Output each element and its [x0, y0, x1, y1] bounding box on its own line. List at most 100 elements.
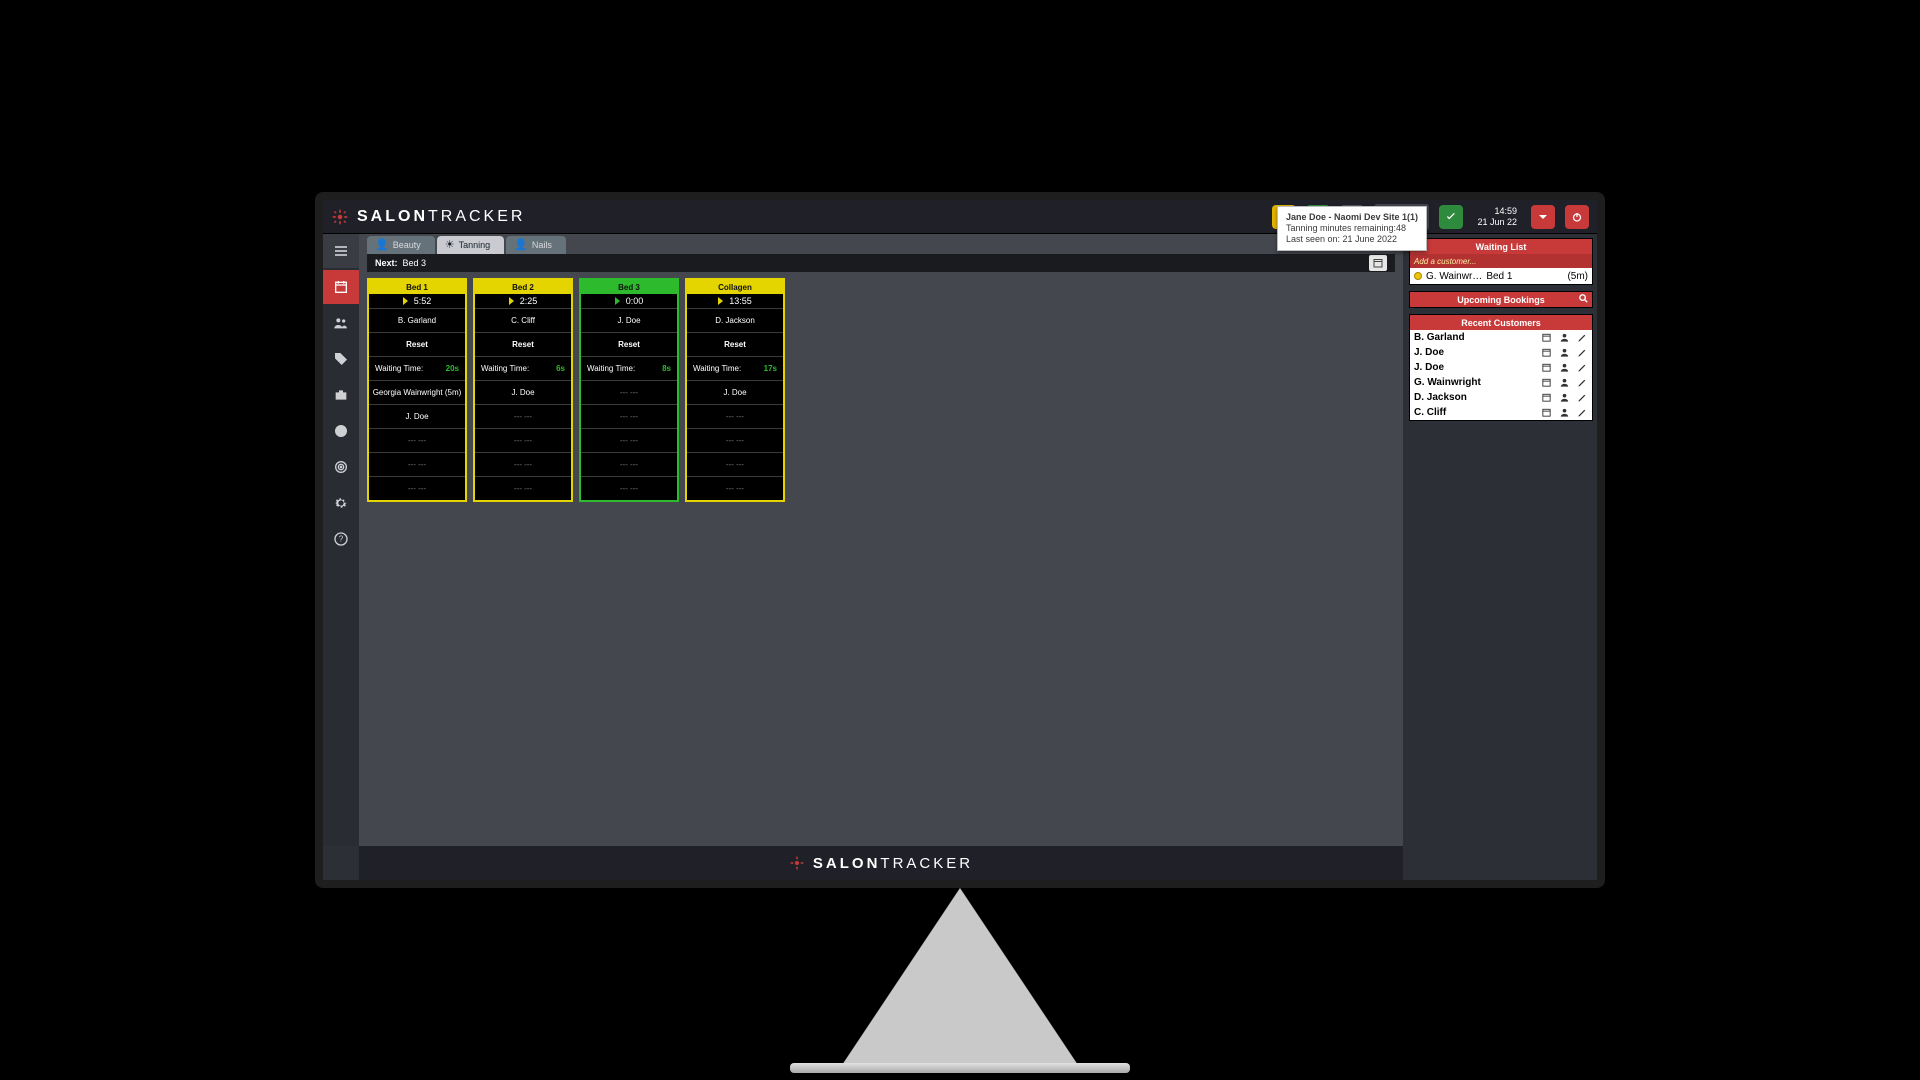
tab-label: Beauty: [393, 240, 421, 250]
bed-card[interactable]: Collagen 13:55 D. Jackson Reset Waiting …: [685, 278, 785, 502]
waiting-time: Waiting Time:8s: [581, 356, 677, 380]
reset-button[interactable]: Reset: [581, 332, 677, 356]
footer-brand: SALONTRACKER: [359, 846, 1403, 880]
tooltip-line3: Last seen on: 21 June 2022: [1286, 234, 1397, 244]
profile-icon[interactable]: [1558, 377, 1570, 388]
calendar-icon[interactable]: [1540, 392, 1552, 403]
queue-slot[interactable]: --- ---: [687, 404, 783, 428]
tab-tanning[interactable]: ☀ Tanning: [437, 236, 504, 254]
gear-icon: [333, 495, 349, 511]
calendar-icon: [333, 279, 349, 295]
queue-slot[interactable]: --- ---: [475, 452, 571, 476]
queue-slot[interactable]: J. Doe: [687, 380, 783, 404]
waiting-list-panel: Waiting List Add a customer... G. Wainwr…: [1409, 238, 1593, 285]
customer-tooltip: Jane Doe - Naomi Dev Site 1(1) Tanning m…: [1277, 206, 1427, 251]
queue-slot[interactable]: --- ---: [687, 476, 783, 500]
bed-card[interactable]: Bed 1 5:52 B. Garland Reset Waiting Time…: [367, 278, 467, 502]
queue-slot[interactable]: --- ---: [581, 428, 677, 452]
logo-icon: [789, 855, 805, 871]
calendar-popout-button[interactable]: [1369, 255, 1387, 271]
menu-button[interactable]: [323, 234, 359, 268]
profile-icon[interactable]: [1558, 392, 1570, 403]
queue-slot[interactable]: --- ---: [687, 452, 783, 476]
reset-button[interactable]: Reset: [475, 332, 571, 356]
queue-slot[interactable]: --- ---: [369, 428, 465, 452]
reset-button[interactable]: Reset: [687, 332, 783, 356]
wl-duration: (5m): [1567, 271, 1588, 282]
calendar-icon[interactable]: [1540, 332, 1552, 343]
recent-customer-row[interactable]: C. Cliff: [1410, 405, 1592, 420]
nav-reports[interactable]: [323, 414, 359, 448]
profile-icon[interactable]: [1558, 407, 1570, 418]
tab-label: Nails: [532, 240, 552, 250]
queue-slot[interactable]: --- ---: [687, 428, 783, 452]
recent-customer-row[interactable]: D. Jackson: [1410, 390, 1592, 405]
bed-customer: C. Cliff: [475, 308, 571, 332]
waiting-time: Waiting Time:6s: [475, 356, 571, 380]
queue-slot[interactable]: --- ---: [475, 428, 571, 452]
tab-beauty[interactable]: 👤 Beauty: [367, 236, 435, 254]
recent-customer-row[interactable]: G. Wainwright: [1410, 375, 1592, 390]
recent-customer-row[interactable]: J. Doe: [1410, 360, 1592, 375]
waiting-time: Waiting Time:20s: [369, 356, 465, 380]
clock-time: 14:59: [1477, 206, 1517, 217]
briefcase-icon: [333, 387, 349, 403]
nav-settings[interactable]: [323, 486, 359, 520]
recent-customer-row[interactable]: J. Doe: [1410, 345, 1592, 360]
power-button[interactable]: [1565, 205, 1589, 229]
tooltip-line2: Tanning minutes remaining:48: [1286, 223, 1406, 233]
nav-customers[interactable]: [323, 306, 359, 340]
calendar-icon[interactable]: [1540, 377, 1552, 388]
rc-name: G. Wainwright: [1414, 377, 1481, 388]
profile-icon[interactable]: [1558, 347, 1570, 358]
queue-slot[interactable]: --- ---: [369, 476, 465, 500]
profile-icon[interactable]: [1558, 362, 1570, 373]
queue-slot[interactable]: J. Doe: [475, 380, 571, 404]
panel-header: Upcoming Bookings: [1410, 292, 1592, 307]
bed-name: Bed 1: [369, 280, 465, 294]
wl-name: G. Wainwr…: [1426, 271, 1482, 282]
edit-icon[interactable]: [1576, 332, 1588, 343]
calendar-icon[interactable]: [1540, 362, 1552, 373]
nav-help[interactable]: ?: [323, 522, 359, 556]
bed-card[interactable]: Bed 3 0:00 J. Doe Reset Waiting Time:8s …: [579, 278, 679, 502]
nav-tags[interactable]: [323, 342, 359, 376]
profile-icon[interactable]: [1558, 332, 1570, 343]
bed-card[interactable]: Bed 2 2:25 C. Cliff Reset Waiting Time:6…: [473, 278, 573, 502]
queue-slot[interactable]: --- ---: [581, 380, 677, 404]
calendar-icon[interactable]: [1540, 407, 1552, 418]
bed-customer: D. Jackson: [687, 308, 783, 332]
queue-slot[interactable]: --- ---: [369, 452, 465, 476]
queue-slot[interactable]: --- ---: [581, 476, 677, 500]
add-customer-input[interactable]: Add a customer...: [1410, 254, 1592, 268]
queue-slot[interactable]: --- ---: [475, 476, 571, 500]
edit-icon[interactable]: [1576, 377, 1588, 388]
calendar-icon[interactable]: [1540, 347, 1552, 358]
edit-icon[interactable]: [1576, 392, 1588, 403]
bed-timer: 2:25: [475, 294, 571, 308]
queue-slot[interactable]: Georgia Wainwright (5m): [369, 380, 465, 404]
edit-icon[interactable]: [1576, 362, 1588, 373]
queue-slot[interactable]: --- ---: [581, 452, 677, 476]
nav-till[interactable]: [323, 378, 359, 412]
recent-customers-panel: Recent Customers B. Garland J. Doe J. Do…: [1409, 314, 1593, 421]
waiting-list-item[interactable]: G. Wainwr… Bed 1 (5m): [1410, 268, 1592, 284]
waiting-time: Waiting Time:17s: [687, 356, 783, 380]
reset-button[interactable]: Reset: [369, 332, 465, 356]
rc-name: C. Cliff: [1414, 407, 1446, 418]
edit-icon[interactable]: [1576, 407, 1588, 418]
recent-customer-row[interactable]: B. Garland: [1410, 330, 1592, 345]
clock: 14:59 21 Jun 22: [1473, 206, 1521, 228]
logo-icon: [331, 208, 349, 226]
edit-icon[interactable]: [1576, 347, 1588, 358]
nav-marketing[interactable]: [323, 450, 359, 484]
minimize-button[interactable]: [1531, 205, 1555, 229]
queue-slot[interactable]: --- ---: [475, 404, 571, 428]
next-prefix: Next:: [375, 258, 398, 268]
bed-customer: B. Garland: [369, 308, 465, 332]
tab-nails[interactable]: 👤 Nails: [506, 236, 566, 254]
queue-slot[interactable]: J. Doe: [369, 404, 465, 428]
search-icon[interactable]: [1578, 293, 1589, 306]
nav-calendar[interactable]: [323, 270, 359, 304]
queue-slot[interactable]: --- ---: [581, 404, 677, 428]
